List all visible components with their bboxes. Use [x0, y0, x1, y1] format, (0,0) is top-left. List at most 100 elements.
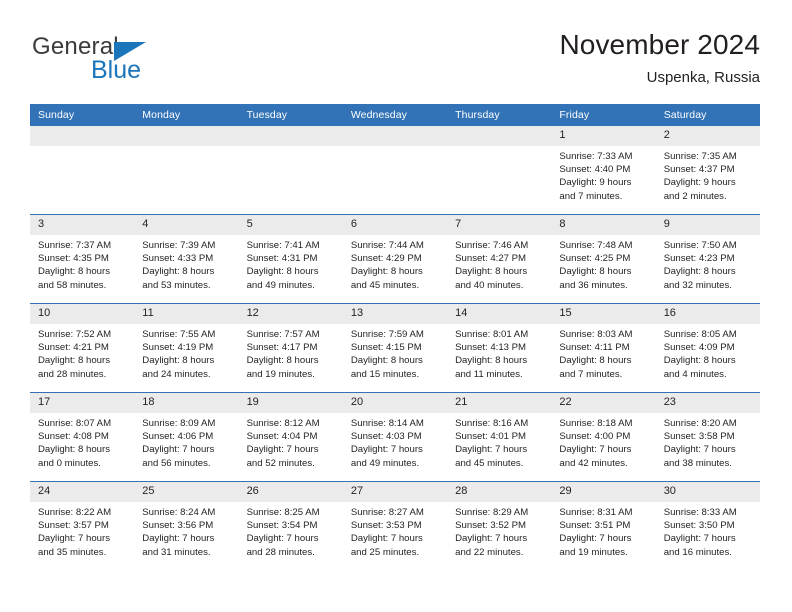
day-number [30, 126, 135, 146]
calendar-day-cell[interactable]: 24 Sunrise: 8:22 AM Sunset: 3:57 PM Dayl… [30, 481, 135, 570]
daylight-text-line1: Daylight: 7 hours [142, 444, 215, 456]
daylight-text-line2: and 52 minutes. [246, 457, 315, 469]
sunrise-text: Sunrise: 8:05 AM [663, 329, 737, 340]
sunrise-text: Sunrise: 7:33 AM [559, 151, 633, 162]
calendar-day-cell[interactable]: 26 Sunrise: 8:25 AM Sunset: 3:54 PM Dayl… [238, 481, 343, 570]
daylight-text-line2: and 49 minutes. [350, 457, 420, 469]
calendar-day-cell[interactable]: 1 Sunrise: 7:33 AM Sunset: 4:40 PM Dayli… [551, 126, 656, 215]
daylight-text-line2: and 45 minutes. [350, 279, 420, 291]
calendar-day-cell [447, 126, 552, 215]
day-number: 15 [551, 304, 656, 324]
calendar-week-row: 17 Sunrise: 8:07 AM Sunset: 4:08 PM Dayl… [30, 392, 760, 482]
sunrise-text: Sunrise: 7:48 AM [559, 240, 633, 251]
daylight-text-line2: and 38 minutes. [663, 457, 732, 469]
day-number: 7 [447, 215, 552, 235]
calendar-day-cell[interactable]: 20 Sunrise: 8:14 AM Sunset: 4:03 PM Dayl… [342, 392, 448, 482]
calendar-day-cell[interactable]: 6 Sunrise: 7:44 AM Sunset: 4:29 PM Dayli… [342, 214, 448, 304]
calendar-day-cell[interactable]: 14 Sunrise: 8:01 AM Sunset: 4:13 PM Dayl… [447, 303, 552, 393]
day-number: 12 [238, 304, 343, 324]
daylight-text-line2: and 28 minutes. [246, 546, 315, 558]
sunrise-text: Sunrise: 8:01 AM [455, 329, 529, 340]
calendar-day-cell[interactable]: 23 Sunrise: 8:20 AM Sunset: 3:58 PM Dayl… [655, 392, 760, 482]
weekday-header-thursday: Thursday [447, 104, 552, 126]
calendar-day-cell[interactable]: 9 Sunrise: 7:50 AM Sunset: 4:23 PM Dayli… [655, 214, 760, 304]
daylight-text-line1: Daylight: 8 hours [350, 266, 423, 278]
day-number: 3 [30, 215, 135, 235]
calendar-day-cell[interactable]: 17 Sunrise: 8:07 AM Sunset: 4:08 PM Dayl… [30, 392, 135, 482]
daylight-text-line2: and 24 minutes. [142, 368, 211, 380]
sunrise-text: Sunrise: 7:35 AM [663, 151, 737, 162]
calendar-day-cell[interactable]: 29 Sunrise: 8:31 AM Sunset: 3:51 PM Dayl… [551, 481, 656, 570]
calendar-day-cell[interactable]: 5 Sunrise: 7:41 AM Sunset: 4:31 PM Dayli… [238, 214, 343, 304]
day-number: 22 [551, 393, 656, 413]
calendar-day-cell[interactable]: 27 Sunrise: 8:27 AM Sunset: 3:53 PM Dayl… [342, 481, 448, 570]
sunset-text: Sunset: 4:06 PM [142, 431, 214, 443]
daylight-text-line1: Daylight: 7 hours [246, 444, 319, 456]
daylight-text-line2: and 2 minutes. [663, 190, 727, 202]
calendar-day-cell[interactable]: 28 Sunrise: 8:29 AM Sunset: 3:52 PM Dayl… [447, 481, 552, 570]
calendar-day-cell[interactable]: 19 Sunrise: 8:12 AM Sunset: 4:04 PM Dayl… [238, 392, 343, 482]
sunrise-text: Sunrise: 7:37 AM [38, 240, 112, 251]
day-info: Sunrise: 7:39 AM Sunset: 4:33 PM Dayligh… [134, 235, 238, 292]
daylight-text-line2: and 32 minutes. [663, 279, 732, 291]
day-info: Sunrise: 8:09 AM Sunset: 4:06 PM Dayligh… [134, 413, 238, 470]
day-number: 13 [342, 304, 448, 324]
calendar-day-cell[interactable]: 12 Sunrise: 7:57 AM Sunset: 4:17 PM Dayl… [238, 303, 343, 393]
calendar-day-cell[interactable]: 7 Sunrise: 7:46 AM Sunset: 4:27 PM Dayli… [447, 214, 552, 304]
daylight-text-line2: and 25 minutes. [350, 546, 420, 558]
calendar-day-cell[interactable]: 11 Sunrise: 7:55 AM Sunset: 4:19 PM Dayl… [134, 303, 239, 393]
sunset-text: Sunset: 3:57 PM [38, 520, 109, 532]
sunrise-text: Sunrise: 8:22 AM [38, 507, 112, 518]
day-number: 14 [447, 304, 552, 324]
day-info: Sunrise: 7:41 AM Sunset: 4:31 PM Dayligh… [239, 235, 343, 292]
day-info: Sunrise: 7:59 AM Sunset: 4:15 PM Dayligh… [343, 324, 447, 381]
sunset-text: Sunset: 4:00 PM [559, 431, 631, 443]
day-number: 24 [30, 482, 135, 502]
daylight-text-line2: and 19 minutes. [246, 368, 315, 380]
calendar-day-cell[interactable]: 13 Sunrise: 7:59 AM Sunset: 4:15 PM Dayl… [342, 303, 448, 393]
sunset-text: Sunset: 4:23 PM [663, 253, 735, 265]
calendar-day-cell[interactable]: 15 Sunrise: 8:03 AM Sunset: 4:11 PM Dayl… [551, 303, 656, 393]
calendar-day-cell[interactable]: 3 Sunrise: 7:37 AM Sunset: 4:35 PM Dayli… [30, 214, 135, 304]
day-number: 19 [238, 393, 343, 413]
day-number [342, 126, 448, 146]
sunrise-text: Sunrise: 8:18 AM [559, 418, 633, 429]
sunset-text: Sunset: 4:11 PM [559, 342, 630, 354]
sunrise-text: Sunrise: 8:20 AM [663, 418, 737, 429]
calendar-day-cell[interactable]: 25 Sunrise: 8:24 AM Sunset: 3:56 PM Dayl… [134, 481, 239, 570]
calendar-week-row: 1 Sunrise: 7:33 AM Sunset: 4:40 PM Dayli… [30, 126, 760, 215]
calendar-day-cell[interactable]: 16 Sunrise: 8:05 AM Sunset: 4:09 PM Dayl… [655, 303, 760, 393]
sunrise-text: Sunrise: 8:24 AM [142, 507, 216, 518]
calendar-day-cell [134, 126, 239, 215]
daylight-text-line1: Daylight: 7 hours [663, 444, 736, 456]
sunset-text: Sunset: 4:08 PM [38, 431, 109, 443]
calendar-day-cell[interactable]: 2 Sunrise: 7:35 AM Sunset: 4:37 PM Dayli… [655, 126, 760, 215]
day-number: 17 [30, 393, 135, 413]
daylight-text-line2: and 16 minutes. [663, 546, 732, 558]
day-info: Sunrise: 7:50 AM Sunset: 4:23 PM Dayligh… [656, 235, 760, 292]
calendar-day-cell[interactable]: 21 Sunrise: 8:16 AM Sunset: 4:01 PM Dayl… [447, 392, 552, 482]
daylight-text-line1: Daylight: 7 hours [663, 533, 736, 545]
day-number: 2 [655, 126, 760, 146]
day-number: 10 [30, 304, 135, 324]
daylight-text-line1: Daylight: 7 hours [38, 533, 110, 545]
calendar-day-cell [30, 126, 135, 215]
day-info: Sunrise: 8:03 AM Sunset: 4:11 PM Dayligh… [551, 324, 655, 381]
day-info: Sunrise: 8:01 AM Sunset: 4:13 PM Dayligh… [447, 324, 551, 381]
calendar-day-cell[interactable]: 22 Sunrise: 8:18 AM Sunset: 4:00 PM Dayl… [551, 392, 656, 482]
sunrise-text: Sunrise: 8:25 AM [246, 507, 320, 518]
daylight-text-line1: Daylight: 8 hours [663, 266, 736, 278]
calendar-day-cell[interactable]: 18 Sunrise: 8:09 AM Sunset: 4:06 PM Dayl… [134, 392, 239, 482]
sunrise-text: Sunrise: 8:09 AM [142, 418, 216, 429]
calendar-day-cell[interactable]: 4 Sunrise: 7:39 AM Sunset: 4:33 PM Dayli… [134, 214, 239, 304]
weekday-header-friday: Friday [551, 104, 656, 126]
calendar-day-cell[interactable]: 8 Sunrise: 7:48 AM Sunset: 4:25 PM Dayli… [551, 214, 656, 304]
calendar-day-cell[interactable]: 10 Sunrise: 7:52 AM Sunset: 4:21 PM Dayl… [30, 303, 135, 393]
calendar-day-cell[interactable]: 30 Sunrise: 8:33 AM Sunset: 3:50 PM Dayl… [655, 481, 760, 570]
sunset-text: Sunset: 4:29 PM [350, 253, 422, 265]
sunset-text: Sunset: 4:31 PM [246, 253, 318, 265]
day-number: 20 [342, 393, 448, 413]
daylight-text-line2: and 42 minutes. [559, 457, 628, 469]
calendar-body: 1 Sunrise: 7:33 AM Sunset: 4:40 PM Dayli… [30, 126, 760, 570]
calendar-day-cell [238, 126, 343, 215]
